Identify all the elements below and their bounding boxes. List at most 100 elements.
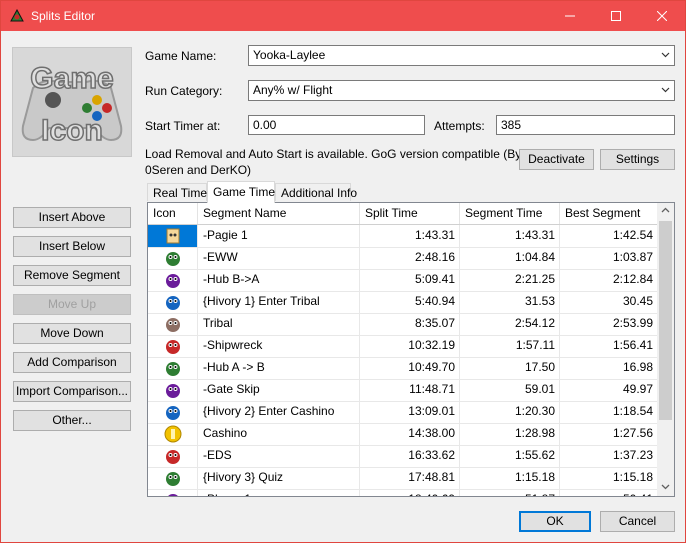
column-header-segment-name[interactable]: Segment Name <box>198 203 360 224</box>
segment-icon-cell[interactable] <box>148 313 198 335</box>
segment-time-cell[interactable]: 2:21.25 <box>460 269 560 291</box>
segment-icon-cell[interactable] <box>148 335 198 357</box>
best-segment-cell[interactable]: 49.97 <box>560 379 658 401</box>
cancel-button[interactable]: Cancel <box>600 511 675 532</box>
table-row[interactable]: -Hub B->A 5:09.41 2:21.25 2:12.84 <box>148 269 658 292</box>
best-segment-cell[interactable]: 2:12.84 <box>560 269 658 291</box>
scroll-down-icon[interactable] <box>661 484 670 490</box>
segment-name-cell[interactable]: -EWW <box>198 247 360 269</box>
column-header-segment-time[interactable]: Segment Time <box>460 203 560 224</box>
best-segment-cell[interactable]: 1:03.87 <box>560 247 658 269</box>
segment-icon-cell[interactable] <box>148 379 198 401</box>
column-header-split-time[interactable]: Split Time <box>360 203 460 224</box>
segment-icon-cell[interactable] <box>148 291 198 313</box>
segment-icon-cell[interactable] <box>148 423 198 445</box>
split-time-cell[interactable]: 14:38.00 <box>360 423 460 445</box>
title-bar[interactable]: Splits Editor <box>1 1 685 31</box>
split-time-cell[interactable]: 11:48.71 <box>360 379 460 401</box>
start-timer-input[interactable]: 0.00 <box>248 115 425 135</box>
segment-time-cell[interactable]: 1:28.98 <box>460 423 560 445</box>
table-row[interactable]: -Pagie 1 1:43.31 1:43.31 1:42.54 <box>148 225 658 248</box>
segment-name-cell[interactable]: -Phase 1 <box>198 489 360 496</box>
segment-time-cell[interactable]: 1:04.84 <box>460 247 560 269</box>
remove-segment-button[interactable]: Remove Segment <box>13 265 131 286</box>
move-down-button[interactable]: Move Down <box>13 323 131 344</box>
table-row[interactable]: -Hub A -> B 10:49.70 17.50 16.98 <box>148 357 658 380</box>
run-category-combo[interactable]: Any% w/ Flight <box>248 80 675 101</box>
add-comparison-button[interactable]: Add Comparison <box>13 352 131 373</box>
segment-name-cell[interactable]: -Pagie 1 <box>198 225 360 247</box>
split-time-cell[interactable]: 10:32.19 <box>360 335 460 357</box>
ok-button[interactable]: OK <box>519 511 591 532</box>
segment-icon-cell[interactable] <box>148 225 198 247</box>
table-row[interactable]: -EWW 2:48.16 1:04.84 1:03.87 <box>148 247 658 270</box>
best-segment-cell[interactable]: 2:53.99 <box>560 313 658 335</box>
insert-below-button[interactable]: Insert Below <box>13 236 131 257</box>
segment-name-cell[interactable]: -Hub A -> B <box>198 357 360 379</box>
best-segment-cell[interactable]: 1:56.41 <box>560 335 658 357</box>
table-row[interactable]: -Shipwreck 10:32.19 1:57.11 1:56.41 <box>148 335 658 358</box>
split-time-cell[interactable]: 2:48.16 <box>360 247 460 269</box>
segment-time-cell[interactable]: 17.50 <box>460 357 560 379</box>
tab-additional-info[interactable]: Additional Info <box>275 183 357 201</box>
segment-name-cell[interactable]: -Hub B->A <box>198 269 360 291</box>
segment-name-cell[interactable]: -EDS <box>198 445 360 467</box>
segment-time-cell[interactable]: 1:57.11 <box>460 335 560 357</box>
segment-time-cell[interactable]: 59.01 <box>460 379 560 401</box>
maximize-button[interactable] <box>593 1 639 31</box>
attempts-input[interactable]: 385 <box>496 115 675 135</box>
split-time-cell[interactable]: 13:09.01 <box>360 401 460 423</box>
table-row[interactable]: {Hivory 3} Quiz 17:48.81 1:15.18 1:15.18 <box>148 467 658 490</box>
settings-button[interactable]: Settings <box>600 149 675 170</box>
insert-above-button[interactable]: Insert Above <box>13 207 131 228</box>
game-name-combo[interactable]: Yooka-Laylee <box>248 45 675 66</box>
import-comparison-button[interactable]: Import Comparison... <box>13 381 131 402</box>
other-button[interactable]: Other... <box>13 410 131 431</box>
split-time-cell[interactable]: 8:35.07 <box>360 313 460 335</box>
segment-icon-cell[interactable] <box>148 247 198 269</box>
scrollbar-thumb[interactable] <box>659 221 672 420</box>
segment-name-cell[interactable]: {Hivory 1} Enter Tribal <box>198 291 360 313</box>
best-segment-cell[interactable]: 30.45 <box>560 291 658 313</box>
best-segment-cell[interactable]: 1:42.54 <box>560 225 658 247</box>
segment-icon-cell[interactable] <box>148 445 198 467</box>
close-button[interactable] <box>639 1 685 31</box>
segment-name-cell[interactable]: {Hivory 3} Quiz <box>198 467 360 489</box>
split-time-cell[interactable]: 18:40.69 <box>360 489 460 496</box>
table-row[interactable]: Tribal 8:35.07 2:54.12 2:53.99 <box>148 313 658 336</box>
split-time-cell[interactable]: 1:43.31 <box>360 225 460 247</box>
segment-time-cell[interactable]: 1:55.62 <box>460 445 560 467</box>
segment-icon-cell[interactable] <box>148 489 198 496</box>
game-icon-box[interactable]: Game Icon <box>12 47 132 157</box>
segments-grid[interactable]: Icon Segment Name Split Time Segment Tim… <box>147 202 675 497</box>
split-time-cell[interactable]: 5:09.41 <box>360 269 460 291</box>
deactivate-button[interactable]: Deactivate <box>519 149 594 170</box>
segment-name-cell[interactable]: Cashino <box>198 423 360 445</box>
split-time-cell[interactable]: 17:48.81 <box>360 467 460 489</box>
column-header-icon[interactable]: Icon <box>148 203 198 224</box>
split-time-cell[interactable]: 10:49.70 <box>360 357 460 379</box>
segment-icon-cell[interactable] <box>148 401 198 423</box>
best-segment-cell[interactable]: 1:37.23 <box>560 445 658 467</box>
move-up-button[interactable]: Move Up <box>13 294 131 315</box>
column-header-best-segment[interactable]: Best Segment <box>560 203 658 224</box>
best-segment-cell[interactable]: 1:27.56 <box>560 423 658 445</box>
segment-time-cell[interactable]: 1:20.30 <box>460 401 560 423</box>
split-time-cell[interactable]: 5:40.94 <box>360 291 460 313</box>
table-row[interactable]: {Hivory 2} Enter Cashino 13:09.01 1:20.30 1… <box>148 401 658 424</box>
table-row[interactable]: {Hivory 1} Enter Tribal 5:40.94 31.53 30.45 <box>148 291 658 314</box>
best-segment-cell[interactable]: 1:15.18 <box>560 467 658 489</box>
segment-time-cell[interactable]: 51.87 <box>460 489 560 496</box>
segment-icon-cell[interactable] <box>148 269 198 291</box>
segment-icon-cell[interactable] <box>148 467 198 489</box>
tab-game-time[interactable]: Game Time <box>207 181 275 203</box>
segment-name-cell[interactable]: Tribal <box>198 313 360 335</box>
segment-name-cell[interactable]: -Gate Skip <box>198 379 360 401</box>
segment-name-cell[interactable]: -Shipwreck <box>198 335 360 357</box>
segment-time-cell[interactable]: 1:15.18 <box>460 467 560 489</box>
segment-icon-cell[interactable] <box>148 357 198 379</box>
segment-time-cell[interactable]: 31.53 <box>460 291 560 313</box>
table-row[interactable]: -Gate Skip 11:48.71 59.01 49.97 <box>148 379 658 402</box>
table-row[interactable]: Cashino 14:38.00 1:28.98 1:27.56 <box>148 423 658 446</box>
tab-real-time[interactable]: Real Time <box>147 183 207 201</box>
